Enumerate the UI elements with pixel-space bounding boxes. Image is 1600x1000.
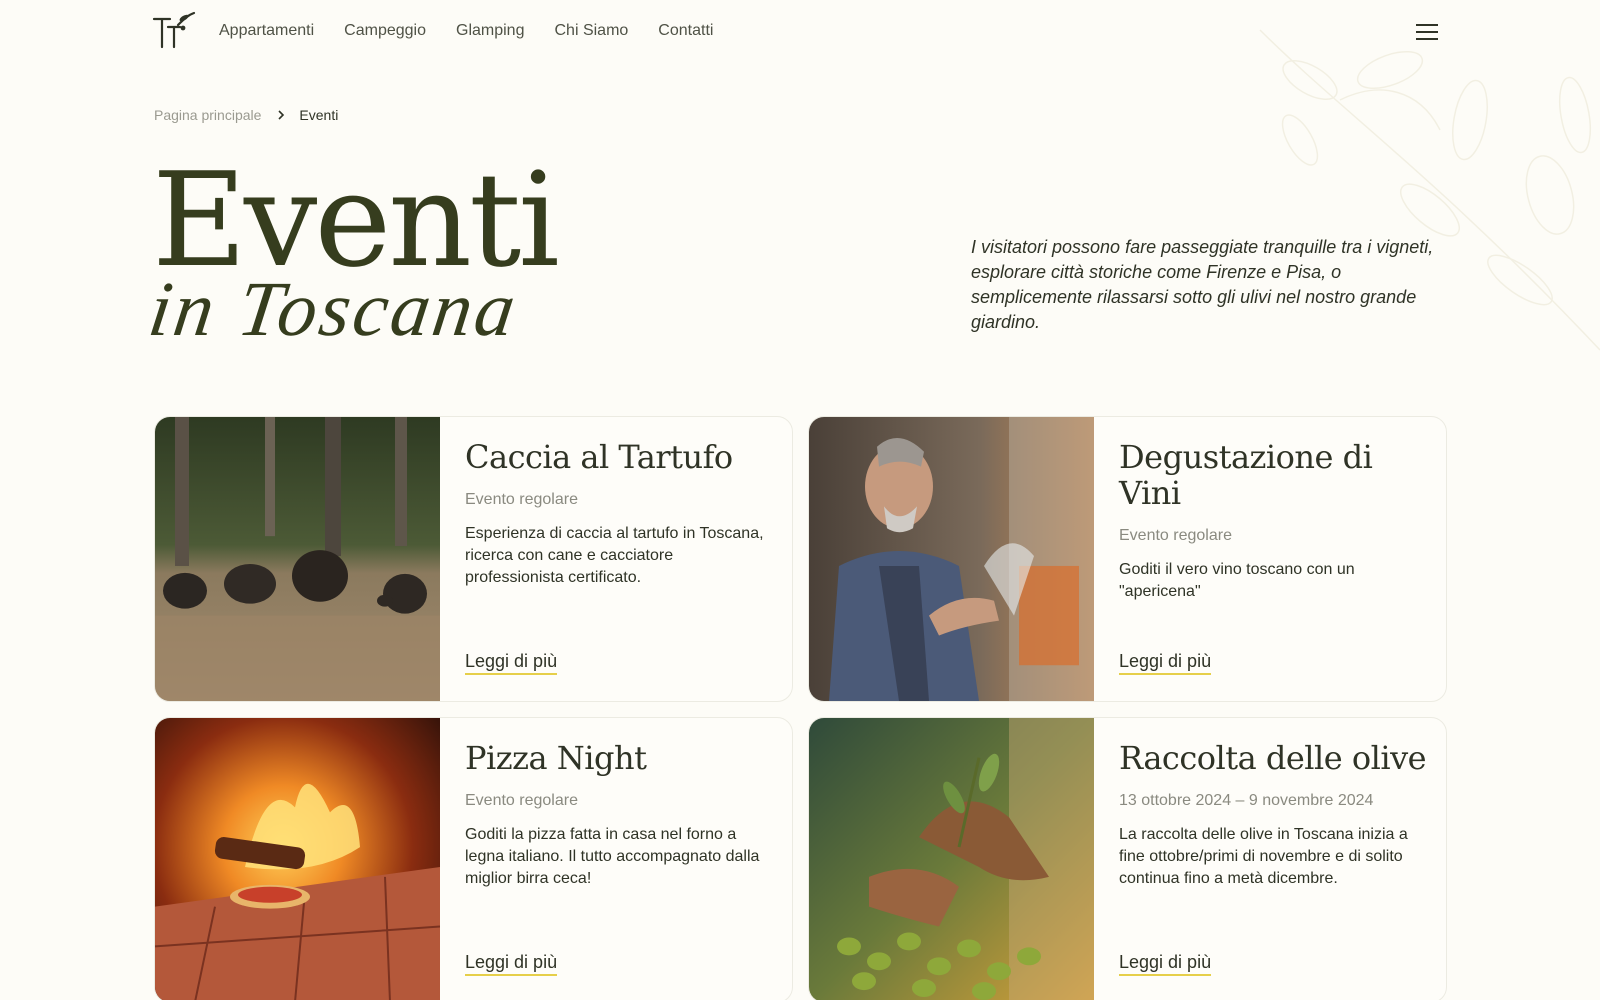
- nav-item-contatti[interactable]: Contatti: [658, 22, 713, 40]
- nav-item-glamping[interactable]: Glamping: [456, 22, 524, 40]
- read-more-link[interactable]: Leggi di più: [465, 952, 558, 976]
- event-description: La raccolta delle olive in Toscana inizi…: [1119, 826, 1408, 887]
- breadcrumb-home-link[interactable]: Pagina principale: [154, 107, 261, 123]
- event-meta: Evento regolare: [465, 792, 578, 809]
- event-image-wine-tasting[interactable]: [809, 417, 1094, 701]
- event-card-degustazione-di-vini[interactable]: Degustazione di Vini Evento regolare God…: [808, 416, 1447, 702]
- event-meta: Evento regolare: [465, 491, 578, 508]
- event-title: Raccolta delle olive: [1119, 739, 1427, 777]
- event-date-range: 13 ottobre 2024 – 9 novembre 2024: [1119, 792, 1374, 809]
- breadcrumb: Pagina principale Eventi: [154, 107, 338, 123]
- event-image-pizza-oven[interactable]: [155, 718, 440, 1000]
- event-description: Esperienza di caccia al tartufo in Tosca…: [465, 525, 764, 586]
- event-title: Degustazione di Vini: [1119, 438, 1373, 512]
- nav-item-appartamenti[interactable]: Appartamenti: [219, 22, 314, 40]
- read-more-link[interactable]: Leggi di più: [1119, 952, 1212, 976]
- brand-logo-icon[interactable]: [152, 11, 196, 49]
- read-more-link[interactable]: Leggi di più: [465, 651, 558, 675]
- event-description: Goditi la pizza fatta in casa nel forno …: [465, 826, 760, 887]
- event-card-raccolta-delle-olive[interactable]: Raccolta delle olive 13 ottobre 2024 – 9…: [808, 717, 1447, 1000]
- site-header: Appartamenti Campeggio Glamping Chi Siam…: [0, 0, 1600, 66]
- page-subtitle: in Toscana: [143, 265, 524, 352]
- event-title: Pizza Night: [465, 739, 647, 777]
- breadcrumb-current: Eventi: [299, 107, 339, 123]
- event-meta: Evento regolare: [1119, 527, 1232, 544]
- event-image-olive-harvest[interactable]: [809, 718, 1094, 1000]
- event-image-wild-boars[interactable]: [155, 417, 440, 701]
- event-description: Goditi il vero vino toscano con un "aper…: [1119, 561, 1355, 600]
- chevron-right-icon: [278, 110, 285, 120]
- event-card-pizza-night[interactable]: Pizza Night Evento regolare Goditi la pi…: [154, 717, 793, 1000]
- main-nav: Appartamenti Campeggio Glamping Chi Siam…: [219, 22, 743, 40]
- nav-item-campeggio[interactable]: Campeggio: [344, 22, 426, 40]
- hamburger-menu-icon[interactable]: [1416, 24, 1438, 42]
- event-card-caccia-al-tartufo[interactable]: Caccia al Tartufo Evento regolare Esperi…: [154, 416, 793, 702]
- hero-intro-text: I visitatori possono fare passeggiate tr…: [971, 237, 1434, 332]
- nav-item-chi-siamo[interactable]: Chi Siamo: [554, 22, 628, 40]
- event-title: Caccia al Tartufo: [465, 438, 733, 476]
- read-more-link[interactable]: Leggi di più: [1119, 651, 1212, 675]
